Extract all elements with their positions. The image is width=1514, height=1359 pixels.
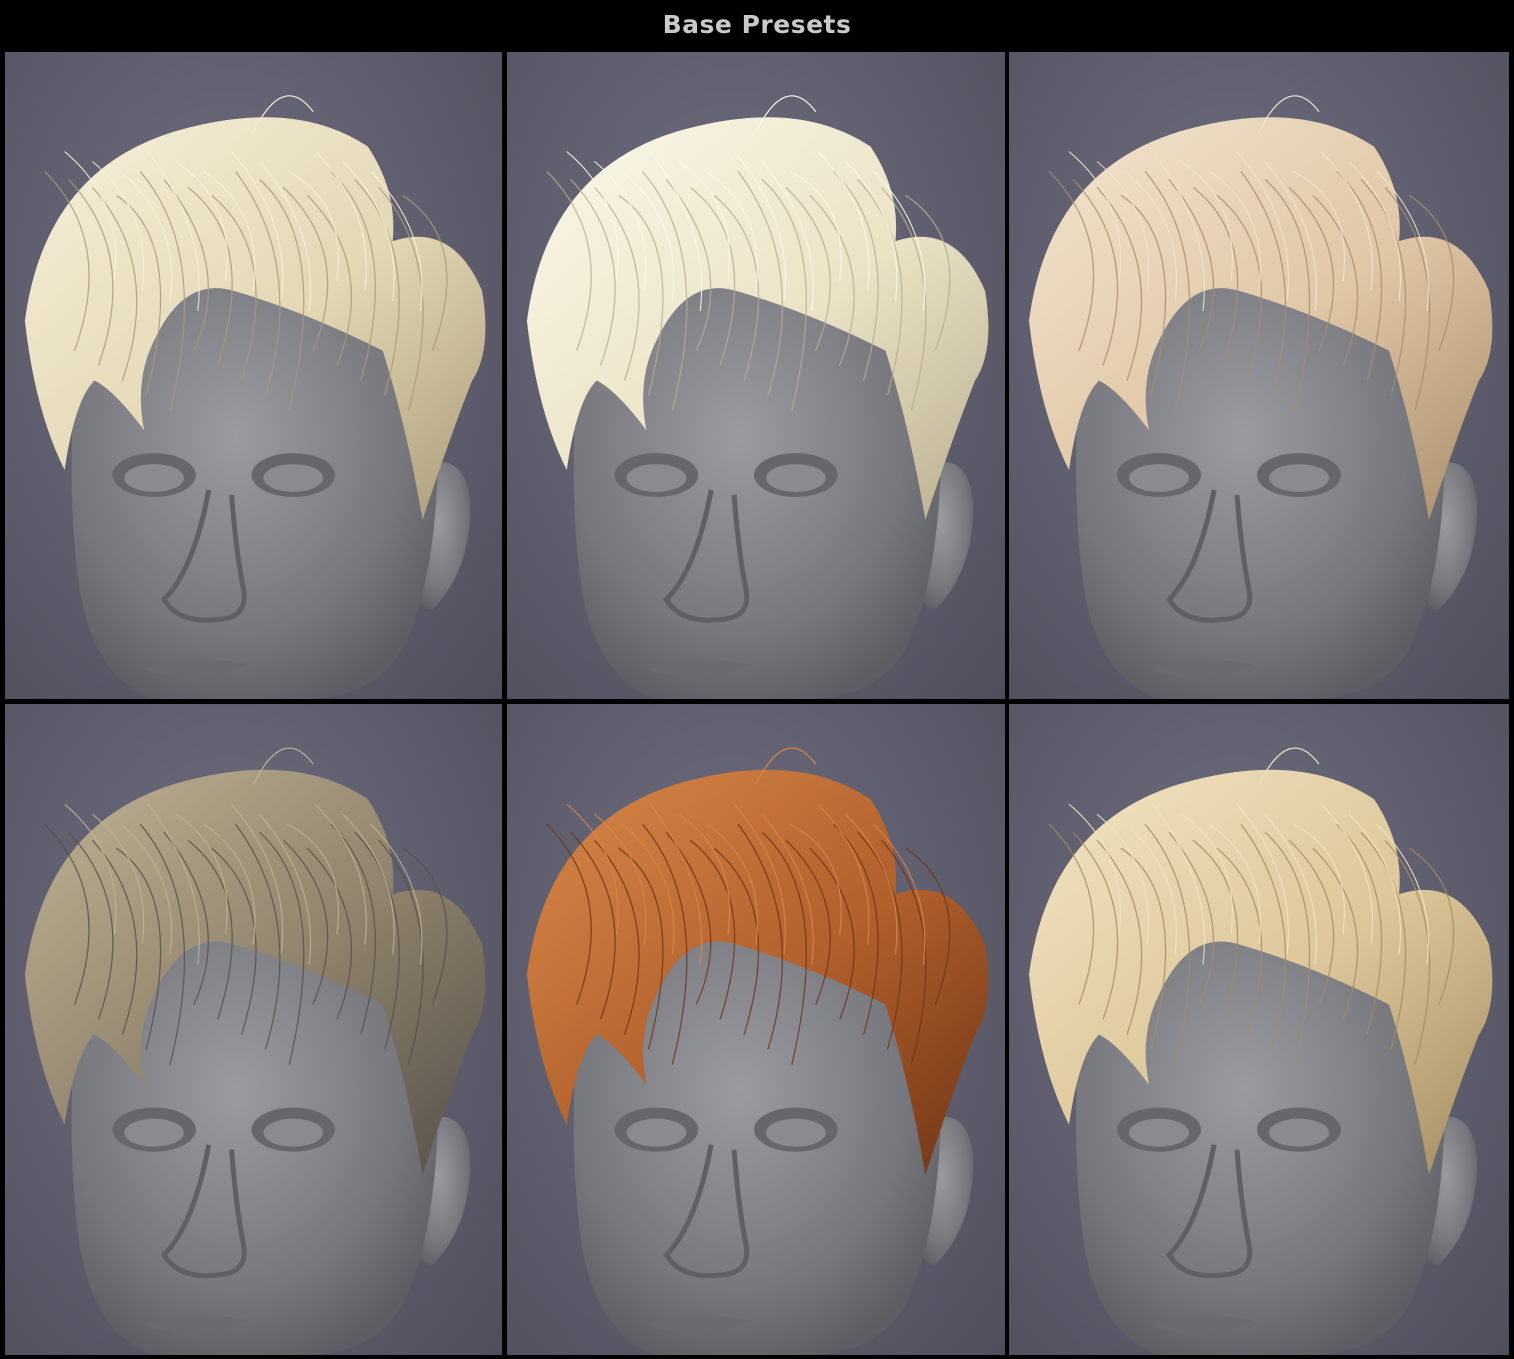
preset-tile-5[interactable] — [507, 704, 1005, 1355]
mannequin-head-icon — [526, 747, 989, 1355]
mannequin-head-icon — [24, 95, 486, 699]
preset-tile-2[interactable] — [507, 52, 1005, 699]
preset-tile-4[interactable] — [5, 704, 502, 1355]
preview-window: Base Presets — [0, 0, 1514, 1359]
preset-tile-3[interactable] — [1009, 52, 1509, 699]
preset-grid — [0, 48, 1514, 1359]
header-bar: Base Presets — [0, 0, 1514, 48]
preset-tile-1[interactable] — [5, 52, 502, 699]
page-title: Base Presets — [662, 9, 852, 39]
mannequin-head-icon — [24, 747, 486, 1355]
mannequin-head-icon — [1029, 747, 1493, 1355]
preset-tile-6[interactable] — [1009, 704, 1509, 1355]
mannequin-head-icon — [526, 95, 989, 699]
mannequin-head-icon — [1029, 95, 1493, 699]
